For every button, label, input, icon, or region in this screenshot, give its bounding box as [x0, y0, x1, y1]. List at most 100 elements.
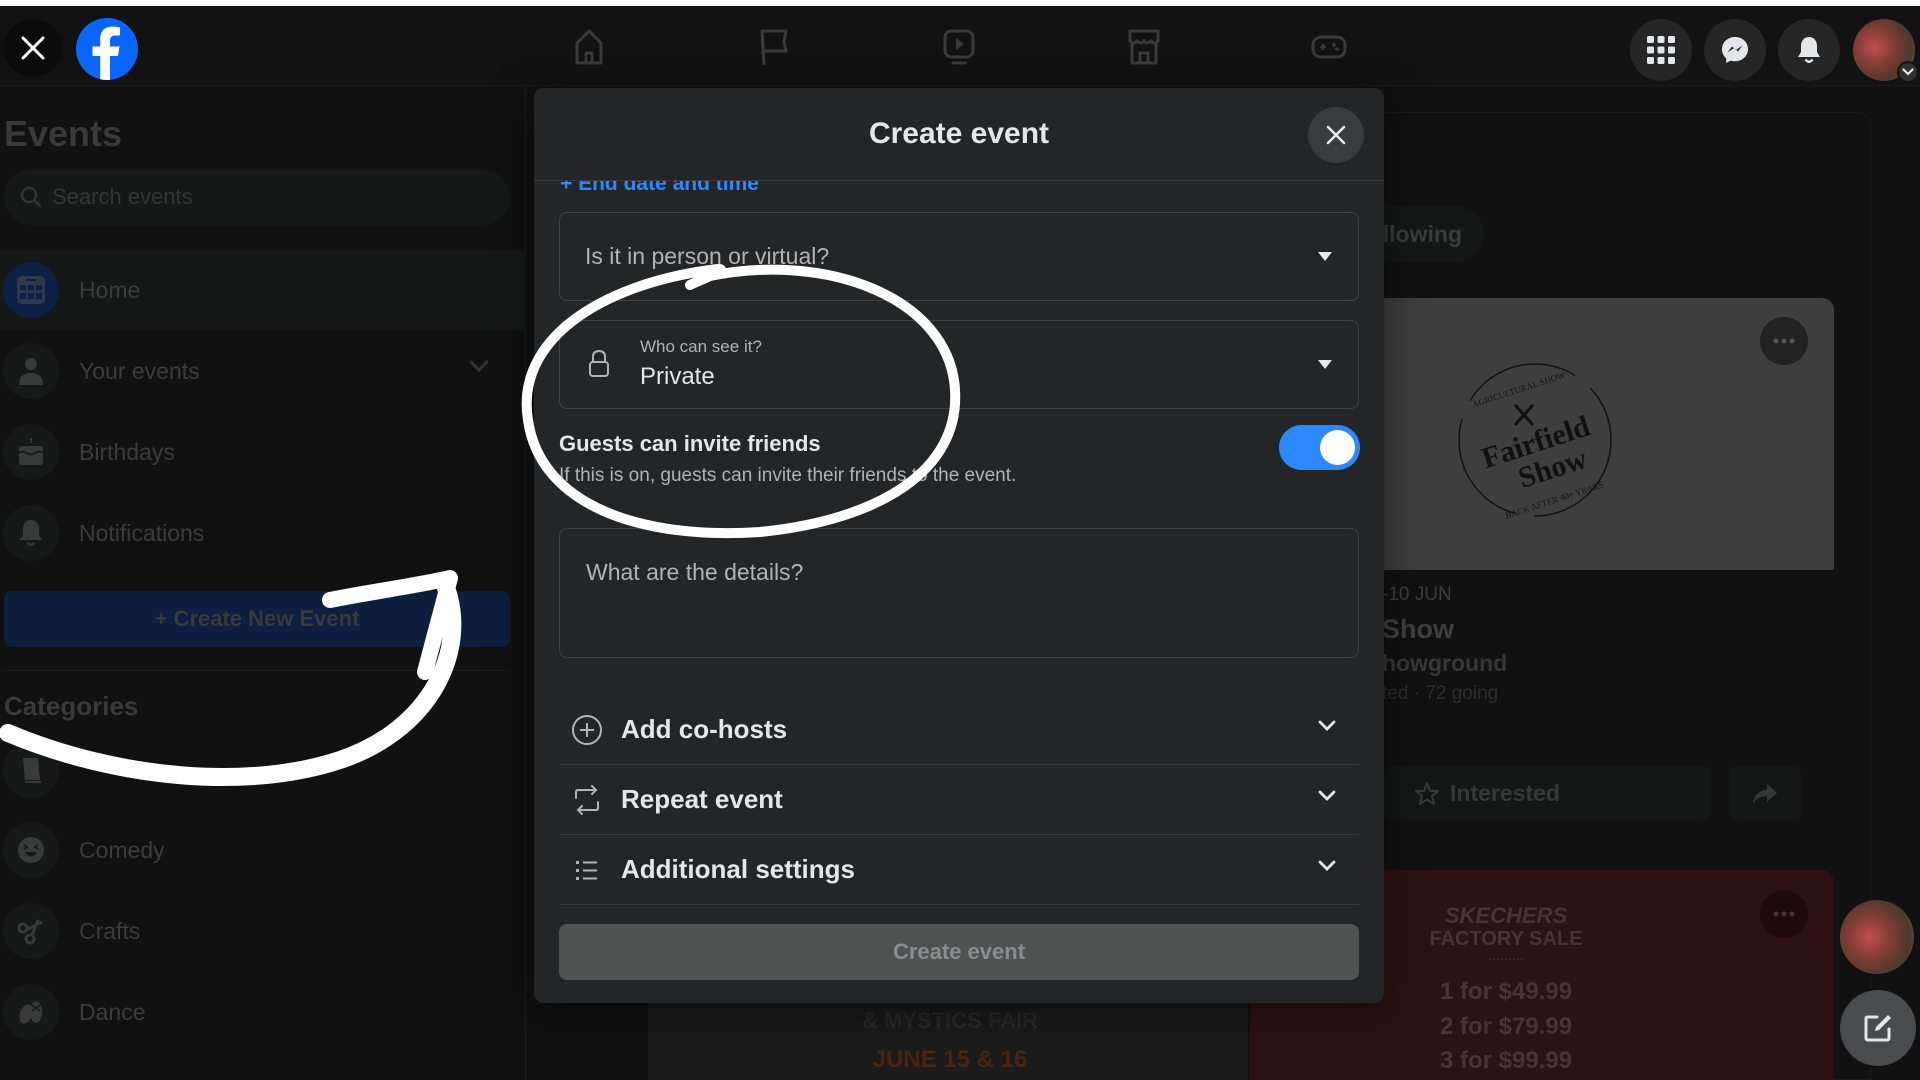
notifications-button[interactable]: [1778, 19, 1840, 81]
privacy-value: Private: [640, 363, 715, 390]
accordion-label: Repeat event: [621, 784, 783, 814]
sidebar-item-label: Home: [79, 276, 141, 303]
sidebar-divider: [4, 670, 510, 671]
new-message-button[interactable]: [1840, 990, 1916, 1066]
event-stats: ted · 72 going: [1382, 683, 1499, 704]
dialog-header: Create event: [534, 88, 1384, 181]
event-more-button[interactable]: [1760, 317, 1808, 365]
nav-marketplace[interactable]: [1121, 24, 1167, 70]
sidebar-item-notifications[interactable]: Notifications: [0, 493, 526, 573]
sale-offer-1: 1 for $49.99: [1439, 978, 1573, 1005]
close-icon: [21, 36, 45, 60]
additional-settings-accordion[interactable]: Additional settings: [559, 835, 1359, 905]
event-date: -10 JUN: [1382, 584, 1452, 605]
caret-down-icon: [1318, 359, 1332, 369]
cake-icon: [18, 438, 44, 465]
interested-button[interactable]: Interested: [1384, 766, 1711, 821]
laughing-face-icon: [18, 837, 44, 863]
person-icon: [19, 358, 43, 385]
fairfield-show-logo: AGRICULTURAL SHOW Fairfield Show BACK AF…: [1458, 363, 1612, 520]
dialog-close-button[interactable]: [1308, 107, 1364, 163]
list-icon: [576, 860, 597, 880]
compose-icon: [1864, 1015, 1891, 1042]
chevron-down-icon: [1318, 860, 1336, 871]
details-placeholder: What are the details?: [586, 559, 804, 585]
events-sidebar: Events Search events Home Your events Bi…: [0, 87, 526, 1080]
chevron-down-icon: [1902, 68, 1914, 76]
plus-circle-icon: [572, 714, 602, 745]
sidebar-item-label: Comedy: [79, 836, 165, 863]
calendar-icon: [17, 276, 45, 304]
gaming-icon: [1311, 35, 1347, 59]
repeat-icon: [575, 784, 599, 815]
facebook-f-icon: [92, 26, 120, 80]
home-icon: [575, 29, 603, 65]
bell-icon: [20, 520, 42, 546]
create-event-dialog: + End date and time Create event Is it i…: [534, 88, 1384, 1003]
sidebar-item-label: Notifications: [79, 519, 205, 546]
sale-brand: SKECHERS: [1444, 903, 1568, 928]
share-button[interactable]: [1729, 766, 1801, 821]
create-event-submit-button[interactable]: Create event: [559, 924, 1359, 980]
sidebar-item-birthdays[interactable]: Birthdays: [0, 412, 526, 492]
sidebar-item-label: Your events: [79, 357, 200, 384]
nav-video[interactable]: [936, 24, 982, 70]
close-button[interactable]: [4, 19, 62, 77]
share-arrow-icon: [1753, 783, 1777, 804]
event-title[interactable]: Show: [1382, 614, 1454, 645]
event-location: howground: [1382, 650, 1508, 676]
sidebar-category-comedy[interactable]: Comedy: [0, 810, 526, 890]
privacy-select[interactable]: Who can see it? Private: [559, 320, 1359, 409]
sidebar-category-dance[interactable]: Dance: [0, 972, 526, 1052]
details-textarea[interactable]: What are the details?: [559, 528, 1359, 658]
sidebar-item-label: Crafts: [79, 917, 141, 944]
chevron-down-icon[interactable]: [468, 359, 490, 373]
search-events-input[interactable]: Search events: [4, 169, 510, 225]
search-placeholder: Search events: [52, 184, 193, 209]
privacy-label: Who can see it?: [640, 337, 762, 356]
marketplace-icon: [1128, 29, 1160, 65]
dialog-title: Create event: [868, 117, 1050, 150]
chevron-down-icon: [1318, 790, 1336, 801]
flag-icon: [760, 29, 788, 66]
accordion-label: Additional settings: [621, 854, 855, 884]
sidebar-category-crafts[interactable]: Crafts: [0, 891, 526, 971]
messenger-button[interactable]: [1704, 19, 1766, 81]
repeat-event-accordion[interactable]: Repeat event: [559, 765, 1359, 835]
guests-invite-title: Guests can invite friends: [559, 431, 821, 456]
nav-pages[interactable]: [751, 24, 797, 70]
add-cohosts-accordion[interactable]: Add co-hosts: [559, 695, 1359, 765]
toggle-knob: [1320, 430, 1355, 465]
nav-gaming[interactable]: [1306, 24, 1352, 70]
create-new-event-button[interactable]: + Create New Event: [4, 591, 510, 647]
menu-button[interactable]: [1630, 19, 1692, 81]
account-menu-chevron[interactable]: [1897, 61, 1919, 83]
close-icon: [1326, 125, 1346, 145]
top-navigation-bar: [0, 6, 1920, 86]
sale-dots: ·········: [1488, 952, 1524, 966]
bell-icon: [1798, 37, 1820, 63]
search-icon: [20, 186, 42, 208]
chat-contact-avatar[interactable]: [1840, 900, 1914, 974]
menu-grid-icon: [1647, 36, 1675, 64]
sale-more-button[interactable]: [1760, 890, 1808, 938]
ballet-shoes-icon: [19, 1001, 42, 1024]
fair-line-2: & MYSTICS FAIR: [861, 1008, 1038, 1033]
sale-offer-3: 3 for $99.99: [1439, 1047, 1573, 1074]
facebook-logo[interactable]: [76, 18, 138, 80]
fair-line-3: JUNE 15 & 16: [872, 1046, 1028, 1073]
sidebar-item-label: Dance: [79, 998, 146, 1025]
sidebar-category-item[interactable]: [0, 730, 526, 810]
location-type-select[interactable]: Is it in person or virtual?: [559, 212, 1359, 301]
sale-subtitle: FACTORY SALE: [1429, 928, 1583, 950]
caret-down-icon: [1318, 251, 1332, 261]
video-icon: [943, 29, 975, 65]
book-icon: [23, 758, 41, 783]
scissors-icon: [17, 919, 43, 945]
guests-invite-toggle[interactable]: [1279, 425, 1360, 470]
profile-avatar[interactable]: [1853, 19, 1919, 83]
categories-heading: Categories: [4, 691, 139, 721]
nav-home[interactable]: [566, 24, 612, 70]
sidebar-item-home[interactable]: Home: [0, 250, 526, 330]
sidebar-item-your-events[interactable]: Your events: [0, 331, 526, 411]
